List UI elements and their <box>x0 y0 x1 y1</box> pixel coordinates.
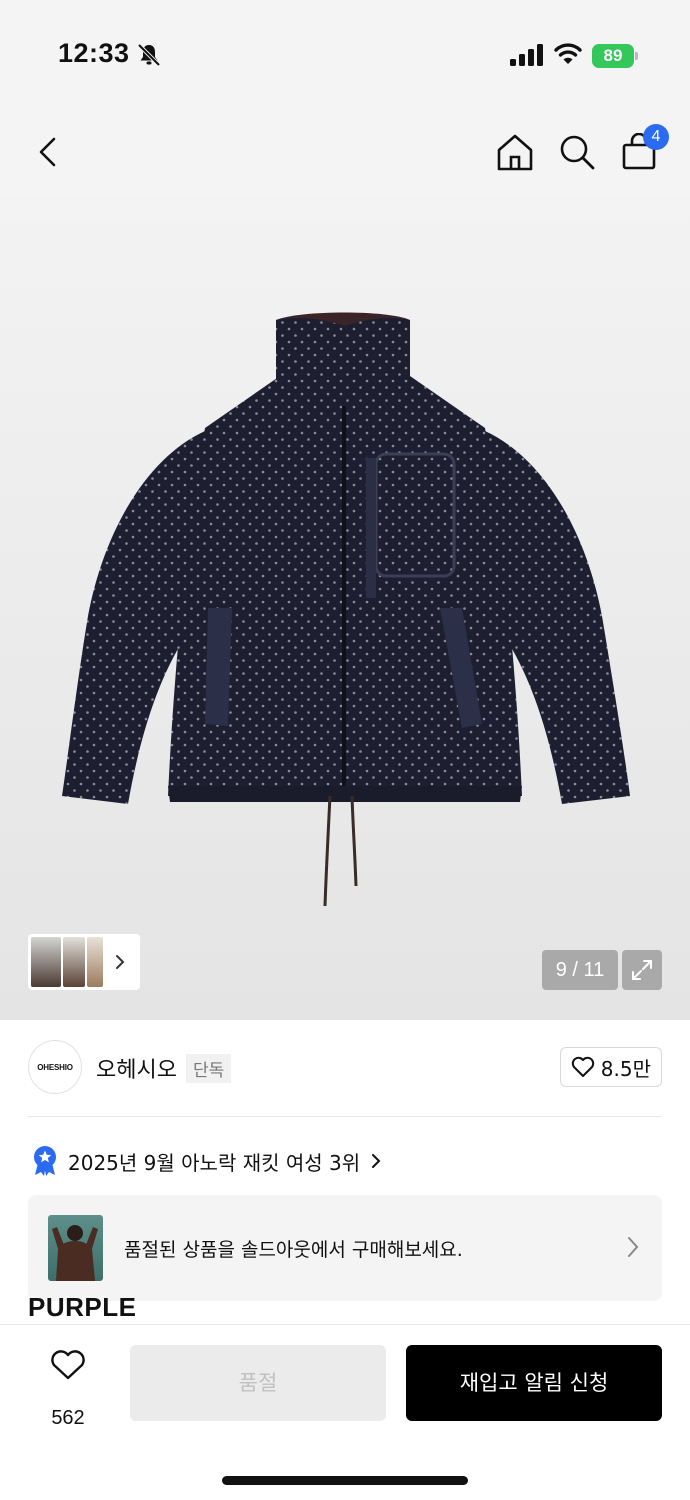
battery-icon: 89 <box>592 44 638 68</box>
home-indicator[interactable] <box>222 1476 468 1485</box>
cart-button[interactable]: 4 <box>617 124 669 174</box>
heart-icon <box>571 1056 594 1077</box>
chevron-right-icon <box>372 1154 381 1168</box>
product-image <box>62 312 630 907</box>
ranking-link[interactable]: 2025년 9월 아노락 재킷 여성 3위 <box>32 1144 382 1178</box>
search-button[interactable] <box>555 130 599 174</box>
thumbnail-image[interactable] <box>63 937 85 987</box>
status-time: 12:33 <box>58 38 130 68</box>
thumbnail-strip[interactable] <box>28 934 140 990</box>
brand-row[interactable]: OHESHIO 오헤시오 단독 8.5만 <box>28 1040 662 1096</box>
chevron-right-icon <box>628 1237 639 1257</box>
wifi-icon <box>554 43 582 64</box>
bell-muted-icon <box>137 43 161 67</box>
top-nav: 4 <box>0 110 690 196</box>
banner-thumbnail <box>48 1215 103 1281</box>
brand-like-count: 8.5만 <box>600 1056 651 1081</box>
signal-icon <box>510 44 543 66</box>
home-button[interactable] <box>493 130 537 174</box>
brand-name[interactable]: 오헤시오 <box>96 1052 177 1084</box>
back-button[interactable] <box>26 130 70 174</box>
ranking-text: 2025년 9월 아노락 재킷 여성 3위 <box>68 1150 361 1175</box>
product-name: PURPLE <box>28 1292 137 1322</box>
product-gallery[interactable]: 9 / 11 <box>0 196 690 1020</box>
chevron-right-icon <box>116 955 125 969</box>
page-indicator: 9 / 11 <box>542 950 618 990</box>
battery-level: 89 <box>603 46 623 65</box>
wishlist-button[interactable]: 562 <box>28 1345 108 1429</box>
soldout-banner[interactable]: 품절된 상품을 솔드아웃에서 구매해보세요. <box>28 1195 662 1301</box>
ranking-badge-icon <box>34 1146 56 1176</box>
soldout-button: 품절 <box>130 1345 386 1421</box>
exclusive-tag: 단독 <box>186 1054 232 1083</box>
search-icon <box>560 135 595 170</box>
heart-icon <box>51 1350 85 1380</box>
restock-alert-button[interactable]: 재입고 알림 신청 <box>406 1345 662 1421</box>
expand-icon <box>632 960 652 980</box>
expand-button[interactable] <box>622 950 662 990</box>
bottom-action-bar: 562 품절 재입고 알림 신청 <box>0 1324 690 1500</box>
cart-badge: 4 <box>643 124 669 150</box>
divider <box>28 1116 662 1117</box>
status-bar: 12:33 89 <box>0 0 690 110</box>
brand-logo[interactable]: OHESHIO <box>28 1040 82 1094</box>
thumbnail-image[interactable] <box>87 937 103 987</box>
home-icon <box>497 134 533 171</box>
thumbnail-image[interactable] <box>31 937 61 987</box>
banner-text: 품절된 상품을 솔드아웃에서 구매해보세요. <box>124 1239 463 1261</box>
back-icon <box>39 137 56 167</box>
brand-like-button[interactable]: 8.5만 <box>559 1047 662 1087</box>
wishlist-count: 562 <box>51 1407 85 1429</box>
